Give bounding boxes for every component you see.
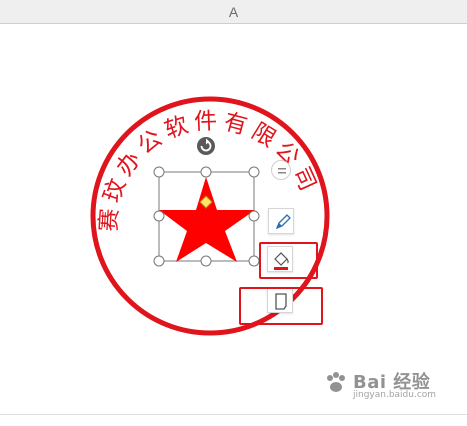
watermark: Bai 经验 jingyan.baidu.com <box>323 368 443 404</box>
resize-handle-bottom <box>200 255 212 267</box>
highlight-box-fill <box>259 242 318 279</box>
resize-handle-top <box>200 166 212 178</box>
shape-style-button[interactable] <box>268 208 294 234</box>
resize-handle-top-right <box>248 166 260 178</box>
resize-handle-right <box>248 210 260 222</box>
resize-handle-top-left <box>153 166 165 178</box>
pen-icon <box>275 214 291 230</box>
layout-options-icon[interactable] <box>271 160 291 180</box>
rotate-icon[interactable] <box>197 137 215 155</box>
star-shape[interactable] <box>159 177 255 262</box>
highlight-box-outline <box>239 287 323 325</box>
resize-handle-left <box>153 210 165 222</box>
paw-icon <box>327 372 345 392</box>
seal-graphic: 赛玟办公软件有限公司 <box>90 96 330 336</box>
watermark-url: jingyan.baidu.com <box>353 390 437 400</box>
drawing-canvas: 赛玟办公软件有限公司 <box>0 0 467 426</box>
resize-handle-bottom-right <box>248 255 260 267</box>
resize-handle-bottom-left <box>153 255 165 267</box>
